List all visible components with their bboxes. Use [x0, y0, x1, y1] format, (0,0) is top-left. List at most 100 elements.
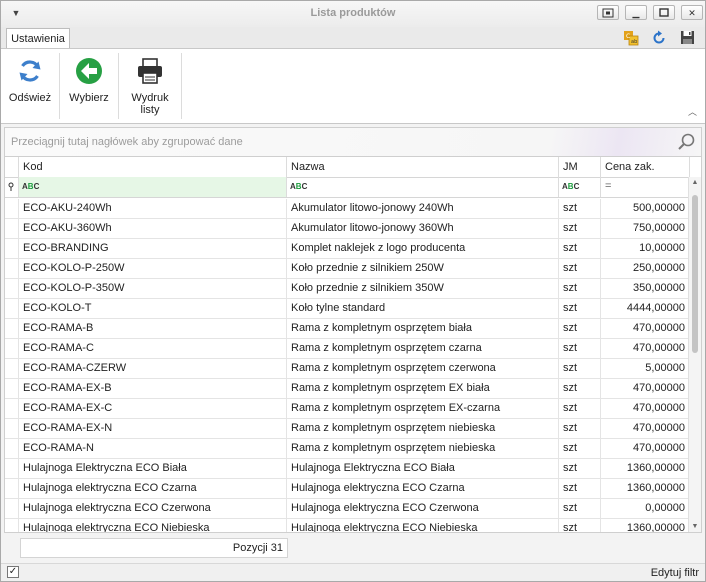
cell-kod[interactable]: ECO-KOLO-P-350W: [19, 279, 287, 298]
cell-kod[interactable]: Hulajnoga elektryczna ECO Czerwona: [19, 499, 287, 518]
cell-cena-zak[interactable]: 250,00000: [601, 259, 690, 278]
cell-nazwa[interactable]: Rama z kompletnym osprzętem EX biała: [287, 379, 559, 398]
cell-kod[interactable]: ECO-KOLO-T: [19, 299, 287, 318]
row-indicator[interactable]: [5, 259, 19, 278]
scroll-down-icon[interactable]: ▼: [689, 523, 701, 530]
row-indicator[interactable]: [5, 199, 19, 218]
cell-kod[interactable]: ECO-RAMA-CZERW: [19, 359, 287, 378]
cell-jm[interactable]: szt: [559, 379, 601, 398]
cell-nazwa[interactable]: Komplet naklejek z logo producenta: [287, 239, 559, 258]
cell-jm[interactable]: szt: [559, 399, 601, 418]
table-row[interactable]: Hulajnoga elektryczna ECO Czerwona Hulajn…: [5, 499, 690, 519]
maximize-button[interactable]: [653, 5, 675, 20]
cell-jm[interactable]: szt: [559, 279, 601, 298]
filter-cell-jm[interactable]: ABC: [559, 177, 601, 197]
cell-kod[interactable]: ECO-RAMA-EX-B: [19, 379, 287, 398]
cell-kod[interactable]: ECO-KOLO-P-250W: [19, 259, 287, 278]
cell-cena-zak[interactable]: 470,00000: [601, 439, 690, 458]
cell-kod[interactable]: ECO-BRANDING: [19, 239, 287, 258]
cell-kod[interactable]: ECO-RAMA-B: [19, 319, 287, 338]
cell-jm[interactable]: szt: [559, 419, 601, 438]
cell-kod[interactable]: ECO-AKU-240Wh: [19, 199, 287, 218]
row-indicator[interactable]: [5, 379, 19, 398]
collapse-ribbon-icon[interactable]: ︿: [688, 105, 697, 118]
filter-enabled-checkbox[interactable]: ✓: [7, 566, 19, 578]
cell-cena-zak[interactable]: 1360,00000: [601, 519, 690, 532]
table-row[interactable]: Hulajnoga Elektryczna ECO Biała Hulajnoga…: [5, 459, 690, 479]
cell-nazwa[interactable]: Akumulator litowo-jonowy 240Wh: [287, 199, 559, 218]
cell-jm[interactable]: szt: [559, 499, 601, 518]
tab-ustawienia[interactable]: Ustawienia: [6, 28, 70, 49]
cell-kod[interactable]: ECO-RAMA-EX-C: [19, 399, 287, 418]
row-indicator[interactable]: [5, 479, 19, 498]
cell-jm[interactable]: szt: [559, 219, 601, 238]
row-indicator[interactable]: [5, 339, 19, 358]
group-by-panel[interactable]: Przeciągnij tutaj nagłówek aby zgrupować…: [4, 127, 702, 157]
cell-kod[interactable]: ECO-RAMA-EX-N: [19, 419, 287, 438]
table-row[interactable]: ECO-RAMA-EX-C Rama z kompletnym osprzętem…: [5, 399, 690, 419]
cell-jm[interactable]: szt: [559, 199, 601, 218]
table-row[interactable]: ECO-KOLO-T Koło tylne standard szt 4444,000…: [5, 299, 690, 319]
row-indicator[interactable]: [5, 499, 19, 518]
cell-cena-zak[interactable]: 0,00000: [601, 499, 690, 518]
cell-nazwa[interactable]: Koło tylne standard: [287, 299, 559, 318]
edit-filter-link[interactable]: Edytuj filtr: [651, 567, 699, 579]
row-indicator[interactable]: [5, 419, 19, 438]
save-icon[interactable]: [679, 30, 695, 46]
row-indicator[interactable]: [5, 299, 19, 318]
table-row[interactable]: ECO-RAMA-N Rama z kompletnym osprzętem ni…: [5, 439, 690, 459]
table-row[interactable]: ECO-RAMA-CZERW Rama z kompletnym osprzęte…: [5, 359, 690, 379]
cell-cena-zak[interactable]: 1360,00000: [601, 459, 690, 478]
translate-icon[interactable]: Cab: [623, 30, 639, 46]
cell-nazwa[interactable]: Hulajnoga elektryczna ECO Niebieska: [287, 519, 559, 532]
cell-cena-zak[interactable]: 470,00000: [601, 379, 690, 398]
cell-cena-zak[interactable]: 470,00000: [601, 339, 690, 358]
cell-nazwa[interactable]: Koło przednie z silnikiem 250W: [287, 259, 559, 278]
row-indicator[interactable]: [5, 519, 19, 532]
table-row[interactable]: ECO-AKU-240Wh Akumulator litowo-jonowy 24…: [5, 199, 690, 219]
cell-nazwa[interactable]: Hulajnoga Elektryczna ECO Biała: [287, 459, 559, 478]
table-row[interactable]: ECO-BRANDING Komplet naklejek z logo prod…: [5, 239, 690, 259]
cell-nazwa[interactable]: Akumulator litowo-jonowy 360Wh: [287, 219, 559, 238]
cell-cena-zak[interactable]: 470,00000: [601, 419, 690, 438]
filter-cell-cena-zak[interactable]: =: [601, 177, 690, 197]
cell-jm[interactable]: szt: [559, 319, 601, 338]
table-row[interactable]: ECO-AKU-360Wh Akumulator litowo-jonowy 36…: [5, 219, 690, 239]
row-indicator[interactable]: [5, 399, 19, 418]
table-row[interactable]: ECO-RAMA-EX-B Rama z kompletnym osprzętem…: [5, 379, 690, 399]
cell-kod[interactable]: Hulajnoga elektryczna ECO Czarna: [19, 479, 287, 498]
table-row[interactable]: ECO-KOLO-P-350W Koło przednie z silnikiem…: [5, 279, 690, 299]
row-indicator[interactable]: [5, 319, 19, 338]
cell-jm[interactable]: szt: [559, 439, 601, 458]
cell-nazwa[interactable]: Rama z kompletnym osprzętem czarna: [287, 339, 559, 358]
table-row[interactable]: ECO-RAMA-B Rama z kompletnym osprzętem bi…: [5, 319, 690, 339]
search-icon[interactable]: [677, 132, 697, 152]
cell-jm[interactable]: szt: [559, 359, 601, 378]
table-row[interactable]: Hulajnoga elektryczna ECO Czarna Hulajnog…: [5, 479, 690, 499]
cell-cena-zak[interactable]: 5,00000: [601, 359, 690, 378]
row-indicator[interactable]: [5, 279, 19, 298]
cell-jm[interactable]: szt: [559, 479, 601, 498]
cell-nazwa[interactable]: Rama z kompletnym osprzętem czerwona: [287, 359, 559, 378]
cell-kod[interactable]: ECO-AKU-360Wh: [19, 219, 287, 238]
cell-kod[interactable]: Hulajnoga elektryczna ECO Niebieska: [19, 519, 287, 532]
row-indicator[interactable]: [5, 439, 19, 458]
cell-cena-zak[interactable]: 750,00000: [601, 219, 690, 238]
select-button[interactable]: Wybierz: [60, 49, 118, 121]
scrollbar-thumb[interactable]: [692, 195, 698, 353]
cell-jm[interactable]: szt: [559, 299, 601, 318]
cell-cena-zak[interactable]: 500,00000: [601, 199, 690, 218]
cell-jm[interactable]: szt: [559, 519, 601, 532]
filter-cell-kod[interactable]: ABC: [19, 177, 287, 197]
cell-nazwa[interactable]: Rama z kompletnym osprzętem biała: [287, 319, 559, 338]
scroll-up-icon[interactable]: ▲: [689, 179, 701, 186]
cell-cena-zak[interactable]: 4444,00000: [601, 299, 690, 318]
print-list-button[interactable]: Wydruk listy: [119, 49, 181, 121]
cell-jm[interactable]: szt: [559, 459, 601, 478]
cell-cena-zak[interactable]: 470,00000: [601, 399, 690, 418]
column-header-kod[interactable]: Kod: [19, 157, 287, 177]
column-header-jm[interactable]: JM: [559, 157, 601, 177]
row-indicator[interactable]: [5, 219, 19, 238]
cell-cena-zak[interactable]: 470,00000: [601, 319, 690, 338]
table-row[interactable]: Hulajnoga elektryczna ECO Niebieska Hulaj…: [5, 519, 690, 532]
